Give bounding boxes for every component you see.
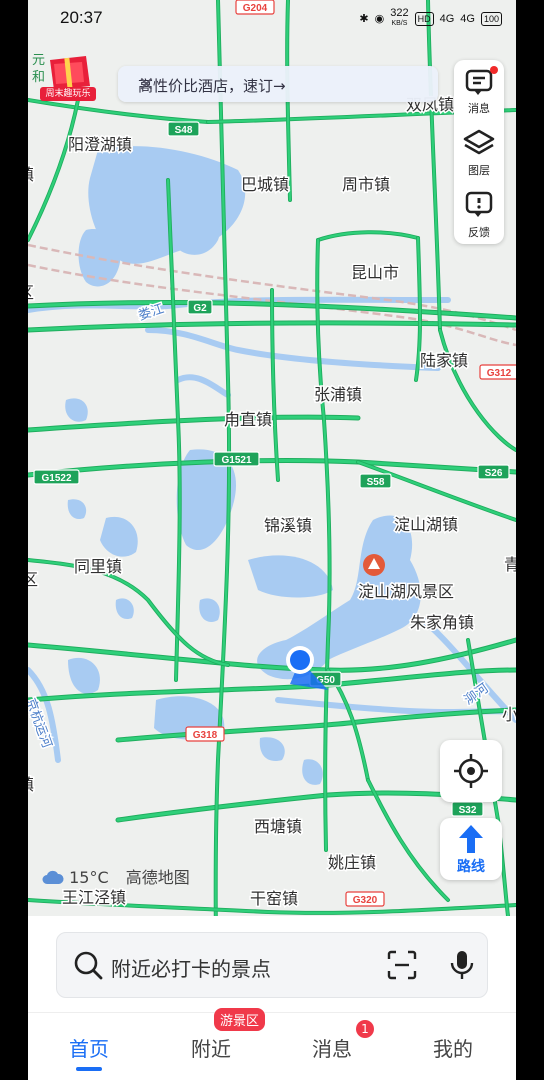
status-bar: 20:37 ✱ ◉ 322 KB/S HD 4G 4G 100 (28, 0, 516, 36)
mic-icon[interactable] (449, 949, 475, 981)
locate-button[interactable] (440, 740, 502, 802)
map-label-13: 西塘镇 (254, 817, 302, 836)
map-label-6: 张浦镇 (314, 385, 362, 404)
map-label-25: 小 (502, 705, 516, 724)
map-label-5: 陆家镇 (420, 351, 468, 370)
bluetooth-icon: ✱ (359, 13, 369, 25)
map-label-21: 区 (28, 283, 34, 302)
road-shield-label: S32 (459, 805, 477, 816)
map-label-10: 同里镇 (74, 557, 122, 576)
hd-badge: HD (414, 11, 434, 26)
map-label-20: 镇 (28, 165, 34, 184)
net-speed-value: 322 (390, 7, 409, 19)
route-label: 路线 (457, 859, 485, 875)
side-layers-button[interactable]: 图层 (454, 122, 504, 182)
side-feedback-label: 反馈 (468, 226, 490, 239)
tab-home[interactable]: 首页 (44, 1033, 134, 1071)
scan-icon[interactable] (387, 950, 417, 980)
route-button[interactable]: 路线 (440, 818, 502, 880)
tab-messages-label: 消息 (312, 1037, 352, 1061)
map-label-23: 镇 (28, 775, 34, 794)
close-icon[interactable]: ✕ (138, 72, 430, 96)
weekend-promo-gift[interactable]: 周末趣玩乐 (40, 56, 96, 104)
active-tab-indicator (76, 1067, 102, 1071)
net-speed: 322 KB/S (390, 7, 409, 28)
location-dot (290, 650, 310, 670)
side-messages-button[interactable]: 消息 (454, 60, 504, 120)
map-side-panel: 消息 图层 反馈 (454, 60, 504, 244)
search-bar[interactable]: 附近必打卡的景点 (56, 932, 488, 998)
map-label-15: 王江泾镇 (62, 888, 126, 907)
side-messages-label: 消息 (468, 102, 490, 115)
search-sheet: 附近必打卡的景点 (28, 916, 516, 1012)
feedback-icon (465, 191, 493, 217)
tab-nearby-label: 附近 (191, 1037, 231, 1061)
tab-mine[interactable]: 我的 (408, 1033, 498, 1062)
temperature: 15°C (69, 868, 109, 887)
road-shield-label: G318 (193, 730, 218, 741)
edge-district-label: 元和 (32, 53, 46, 85)
map-label-22: 区 (28, 570, 38, 589)
location-pin-icon: ◉ (374, 13, 385, 25)
signal-4g-2: 4G (460, 12, 475, 25)
gift-label: 周末趣玩乐 (40, 87, 96, 101)
layers-icon (463, 129, 495, 155)
map-label-11: 淀山湖风景区 (358, 582, 454, 601)
scenic-badge: 游景区 (214, 1008, 266, 1031)
brand-name: 高德地图 (125, 868, 190, 887)
side-layers-label: 图层 (468, 164, 490, 177)
net-speed-unit: KB/S (391, 20, 408, 27)
message-icon (465, 69, 493, 95)
map-label-4: 昆山市 (351, 263, 399, 282)
map-label-8: 锦溪镇 (264, 516, 312, 535)
app-screen: 阳澄湖镇 巴城镇 周市镇 双凤镇 昆山市 陆家镇 张浦镇 甪直镇 锦溪镇 淀山湖镇 同里镇 淀山湖风景… (28, 0, 516, 1080)
search-icon (74, 951, 103, 980)
map-label-14: 姚庄镇 (328, 853, 376, 872)
map-label-2: 周市镇 (342, 175, 390, 194)
status-indicators: ✱ ◉ 322 KB/S HD 4G 4G 100 (359, 7, 502, 28)
map-label-0: 阳澄湖镇 (68, 135, 132, 154)
map-label-12: 朱家角镇 (410, 613, 474, 632)
road-shield-label: S26 (485, 468, 503, 479)
road-shield-label: G320 (353, 895, 378, 906)
road-shield-label: G312 (487, 368, 512, 379)
signal-4g-1: 4G (439, 12, 455, 25)
map-label-1: 巴城镇 (241, 175, 289, 194)
hotel-promo-banner[interactable]: 高性价比酒店，速订→ ✕ (118, 66, 438, 102)
tab-home-label: 首页 (69, 1037, 109, 1061)
road-shield-label: G1522 (41, 473, 71, 484)
map-label-24: 青 (504, 555, 516, 574)
map-label-16: 干窑镇 (250, 889, 298, 908)
road-shield-label: G1521 (221, 455, 251, 466)
battery-level: 100 (480, 11, 502, 26)
side-feedback-button[interactable]: 反馈 (454, 184, 504, 244)
unread-dot (490, 66, 498, 74)
map-label-9: 淀山湖镇 (394, 515, 458, 534)
road-shield-label: S58 (367, 477, 385, 488)
tab-nearby[interactable]: 附近 (166, 1033, 256, 1062)
tab-mine-label: 我的 (433, 1037, 473, 1061)
weather-widget: 15°C 高德地图 (42, 864, 190, 888)
road-shield-label: S48 (175, 125, 193, 136)
road-shield-label: G2 (193, 303, 207, 314)
map-label-7: 甪直镇 (224, 410, 272, 429)
search-placeholder: 附近必打卡的景点 (111, 957, 271, 981)
message-count-badge: 1 (356, 1020, 374, 1038)
locate-icon (454, 754, 488, 788)
route-arrow-icon (459, 825, 483, 853)
cloud-icon (42, 870, 64, 884)
bottom-tab-bar: 首页 附近 消息 我的 (28, 1012, 516, 1080)
status-time: 20:37 (60, 8, 103, 27)
